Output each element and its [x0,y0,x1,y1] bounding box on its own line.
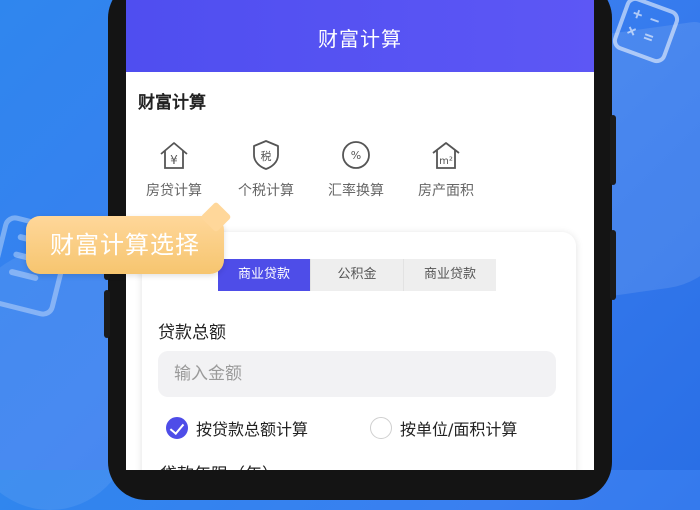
house-yen-icon: ¥ [157,138,191,172]
phone-side-button [610,230,616,300]
tab-commercial-loan[interactable]: 商业贷款 [218,259,311,291]
radio-by-total[interactable]: 按贷款总额计算 [166,416,308,440]
house-area-icon: m² [429,138,463,172]
loan-type-tabs: 商业贷款 公积金 商业贷款 [218,259,496,291]
category-exchange[interactable]: % 汇率换算 [316,138,396,200]
loan-amount-label: 贷款总额 [158,323,226,343]
svg-text:m²: m² [439,156,453,167]
page-title: 财富计算 [318,27,402,51]
phone-side-button [610,115,616,185]
category-area[interactable]: m² 房产面积 [406,138,486,200]
category-label: 房贷计算 [146,183,202,199]
svg-text:%: % [351,149,361,162]
tab-commercial-loan-2[interactable]: 商业贷款 [404,259,496,291]
category-label: 个税计算 [238,183,294,199]
tooltip-text: 财富计算选择 [50,231,200,259]
tab-provident-fund[interactable]: 公积金 [311,259,404,291]
loan-amount-input[interactable] [158,351,556,397]
radio-checked-icon [166,417,188,439]
category-label: 汇率换算 [328,183,384,199]
radio-unchecked-icon [370,417,392,439]
loan-term-label: 贷款年限（年） [160,460,279,470]
tax-shield-icon: 税 [249,138,283,172]
category-mortgage[interactable]: ¥ 房贷计算 [134,138,214,200]
percent-circle-icon: % [339,138,373,172]
category-tax[interactable]: 税 个税计算 [226,138,306,200]
radio-label: 按单位/面积计算 [400,420,518,439]
app-header: 财富计算 [126,0,594,72]
svg-text:¥: ¥ [170,153,178,167]
category-label: 房产面积 [418,183,474,199]
phone-side-button [104,290,110,338]
section-title: 财富计算 [138,93,206,113]
radio-label: 按贷款总额计算 [196,420,309,439]
radio-by-unit-area[interactable]: 按单位/面积计算 [370,416,517,440]
feature-tooltip: 财富计算选择 [26,216,224,274]
svg-text:税: 税 [261,149,272,163]
